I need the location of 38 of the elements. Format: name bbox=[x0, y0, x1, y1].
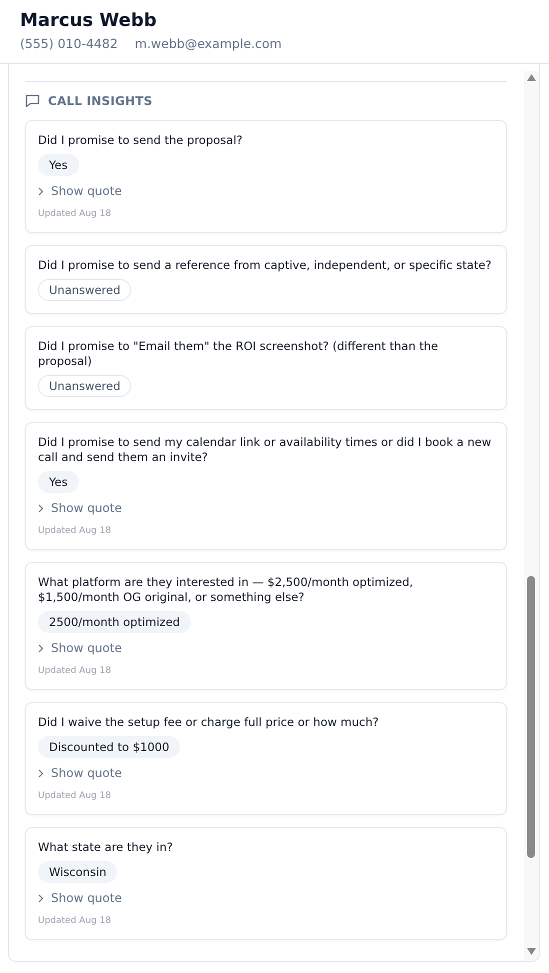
section-title: CALL INSIGHTS bbox=[48, 94, 153, 108]
answer-tag: Yes bbox=[38, 154, 79, 176]
insight-question: Did I promise to "Email them" the ROI screenshot? (different than the proposal) bbox=[38, 339, 440, 369]
updated-date: Updated Aug 18 bbox=[38, 915, 112, 927]
answer-tag: 2500/month optimized bbox=[38, 611, 191, 633]
show-quote-toggle[interactable]: Show quote bbox=[38, 888, 122, 908]
scrollbar[interactable] bbox=[524, 71, 539, 961]
updated-date: Updated Aug 18 bbox=[38, 790, 112, 802]
answer-tag: Wisconsin bbox=[38, 861, 118, 883]
chevron-icon bbox=[38, 504, 44, 512]
scrollbar-thumb[interactable] bbox=[527, 576, 535, 858]
scroll-down-arrow-icon[interactable] bbox=[527, 948, 536, 955]
chevron-icon bbox=[38, 644, 44, 652]
chevron-icon bbox=[38, 186, 44, 196]
answer-tag: Discounted to $1000 bbox=[38, 736, 180, 758]
insight-question: Did I promise to send my calendar link or availability times or did I book a new call and send them an invite? bbox=[38, 435, 492, 465]
insight-question: Did I waive the setup fee or charge full price or how much? bbox=[38, 715, 380, 730]
answer-tag: Unanswered bbox=[38, 375, 132, 397]
show-quote-toggle[interactable]: Show quote bbox=[38, 638, 122, 658]
insight-question: What platform are they interested in — $2,500/month optimized, $1,500/month OG original, or something else? bbox=[38, 575, 414, 605]
insight-question: What state are they in? bbox=[38, 840, 174, 855]
chevron-icon bbox=[38, 894, 44, 902]
insight-question: Did I promise to send a reference from captive, independent, or specific state? bbox=[38, 258, 493, 273]
show-quote-toggle[interactable]: Show quote bbox=[38, 763, 122, 783]
contact-name: Marcus Webb bbox=[20, 9, 158, 33]
scroll-up-arrow-icon[interactable] bbox=[527, 74, 536, 81]
insight-question: Did I promise to send the proposal? bbox=[38, 133, 244, 148]
updated-date: Updated Aug 18 bbox=[38, 525, 112, 537]
phone-number: (555) 010-4482 bbox=[20, 36, 118, 51]
chat-bubble-icon bbox=[25, 94, 40, 108]
show-quote-toggle[interactable]: Show quote bbox=[38, 181, 122, 201]
answer-tag: Unanswered bbox=[38, 279, 132, 301]
chevron-icon bbox=[38, 768, 44, 778]
updated-date: Updated Aug 18 bbox=[38, 208, 112, 220]
answer-tag: Yes bbox=[38, 471, 79, 493]
updated-date: Updated Aug 18 bbox=[38, 665, 112, 677]
email-address: m.webb@example.com bbox=[134, 36, 282, 51]
show-quote-toggle[interactable]: Show quote bbox=[38, 498, 122, 518]
